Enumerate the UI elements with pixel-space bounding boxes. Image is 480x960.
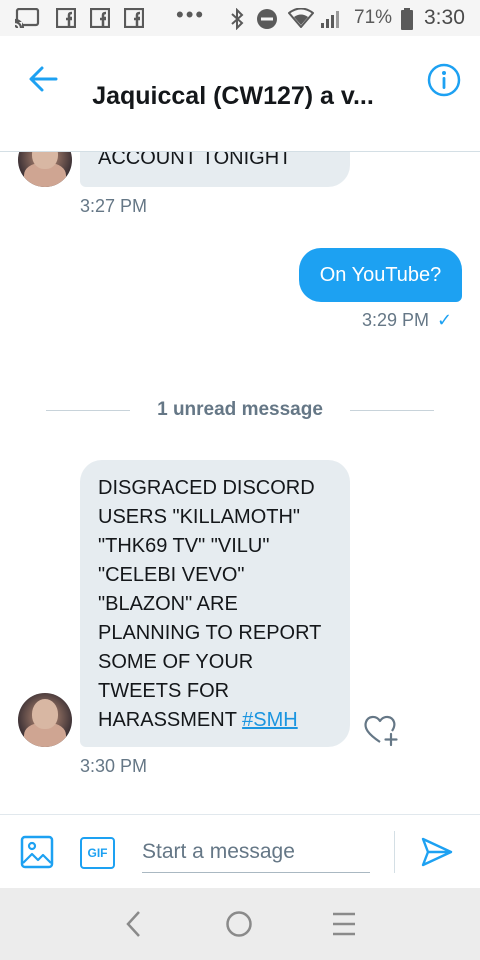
nav-back-button[interactable] [114,906,154,942]
send-button[interactable] [420,835,454,869]
image-icon [20,835,54,869]
cast-icon [14,8,40,28]
composer-divider [394,831,395,873]
info-button[interactable] [426,62,462,98]
battery-icon [400,8,414,30]
timestamp-text: 3:29 PM [362,310,430,330]
status-time: 3:30 [424,6,465,29]
message-text: On YouTube? [319,263,442,286]
nav-home-button[interactable] [219,906,259,942]
conversation-title: Jaquiccal (CW127) a v... [92,82,374,110]
add-photo-button[interactable] [20,835,56,871]
nav-recents-button[interactable] [324,906,364,942]
message-line: HARASSMENT #SMH [98,706,332,735]
send-icon [421,837,453,867]
header-content: Jaquiccal (CW127) a v... [0,36,480,152]
message-line: "BLAZON" ARE [98,593,238,615]
info-icon [427,63,461,97]
read-check-icon: ✓ [437,310,453,330]
unread-divider: 1 unread message [0,398,480,424]
home-circle-icon [226,911,252,937]
facebook-icon [124,8,144,28]
chevron-left-icon [126,911,140,937]
facebook-icon [90,8,110,28]
avatar[interactable] [18,693,72,747]
message-input[interactable] [142,831,370,873]
message-bubble-outgoing[interactable]: On YouTube? [299,248,462,302]
message-line: "CELEBI VEVO" [98,564,245,586]
message-line: PLANNING TO REPORT [98,622,322,644]
signal-icon [320,8,344,28]
message-line: USERS "KILLAMOTH" [98,506,301,528]
message-line: "THK69 TV" "VILU" [98,535,270,557]
wifi-icon [288,8,314,28]
heart-plus-icon [364,715,398,747]
message-line: SOME OF YOUR [98,651,254,673]
hashtag-link[interactable]: #SMH [242,709,298,731]
facebook-icon [56,8,76,28]
more-dots-icon: ••• [176,2,206,27]
message-composer: GIF [0,814,480,888]
message-bubble-incoming[interactable]: DISGRACED DISCORD USERS "KILLAMOTH" "THK… [80,460,350,747]
message-line: DISGRACED DISCORD [98,477,315,499]
message-line-text: HARASSMENT [98,709,243,731]
message-timestamp: 3:27 PM [80,196,148,216]
do-not-disturb-icon [256,8,278,30]
divider-line [350,410,434,411]
status-bar: ••• 71% 3:30 [0,0,480,36]
battery-percent: 71% [354,7,393,28]
like-message-button[interactable] [362,712,402,748]
system-navigation-bar [0,888,480,960]
bluetooth-icon [230,8,244,30]
recents-icon [333,912,355,936]
gif-button[interactable]: GIF [80,837,115,869]
message-timestamp: 3:30 PM [80,756,148,776]
message-line: TWEETS FOR [98,680,230,702]
message-timestamp: 3:29 PM ✓ [362,310,452,331]
